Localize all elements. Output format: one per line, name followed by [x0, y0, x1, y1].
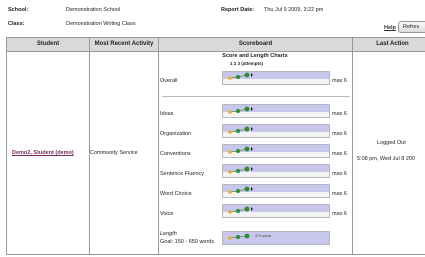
chart-word-choice [222, 184, 330, 198]
report-date-label: Report Date: [221, 7, 255, 13]
attempt-marker-3 [244, 233, 250, 239]
help-link[interactable]: Help [384, 25, 396, 31]
chart-length [222, 231, 330, 245]
chart-ideas [222, 104, 330, 118]
trait-label-organization: Organization [160, 131, 192, 137]
attempt-marker-3 [244, 206, 250, 212]
attempt-marker-2 [236, 129, 240, 133]
chart-voice [222, 204, 330, 218]
attempt-marker-2 [236, 169, 240, 173]
attempt-marker-2 [236, 75, 240, 79]
trait-label-conventions: Conventions [160, 151, 191, 157]
chart-organization [222, 124, 330, 138]
attempt-marker-3 [244, 106, 250, 112]
attempt-tick-labels: 1 2 3 (attempts) [230, 61, 264, 66]
school-value: Demonstration School [66, 7, 121, 13]
max-conventions: max 6 [332, 151, 347, 157]
column-header-scoreboard: Scoreboard [159, 38, 353, 52]
attempt-marker-3 [244, 186, 250, 192]
divider [162, 96, 350, 97]
column-header-student: Student [7, 38, 90, 52]
chart-conventions [222, 144, 330, 158]
max-organization: max 6 [332, 131, 347, 137]
student-name-link[interactable]: Demo2, Student (demo) [12, 150, 74, 156]
student-table: Student Most Recent Activity Scoreboard … [6, 37, 425, 255]
column-header-last-action: Last Action [353, 38, 425, 52]
attempt-marker-1 [228, 190, 232, 194]
length-value: 470 words [255, 234, 272, 238]
trait-label-ideas: Ideas [160, 111, 174, 117]
max-voice: max 6 [332, 211, 347, 217]
column-header-activity: Most Recent Activity [90, 38, 159, 52]
max-sentence-fluency: max 6 [332, 171, 347, 177]
last-action-status: Logged Out [377, 140, 406, 146]
attempt-marker-2 [236, 189, 240, 193]
attempt-marker-3 [244, 146, 250, 152]
attempt-marker-2 [236, 209, 240, 213]
class-value: Demonstration Writing Class [66, 21, 136, 27]
attempt-marker-2 [236, 109, 240, 113]
school-label: School: [8, 7, 29, 13]
goal-label: Goal: 150 - 650 words [160, 239, 215, 245]
chart-overall [222, 71, 330, 85]
last-action-time: 5:08 pm, Wed Jul 8 200 [357, 156, 415, 162]
attempt-marker-3 [244, 166, 250, 172]
trait-label-overall: Overall [160, 78, 178, 84]
attempt-marker-3 [244, 72, 250, 78]
report-date-value: Thu Jul 9 2009, 3:22 pm [264, 7, 324, 13]
most-recent-activity: Community Service [90, 150, 138, 156]
trait-label-sentence-fluency: Sentence Fluency [160, 171, 205, 177]
attempt-marker-1 [228, 130, 232, 134]
attempt-marker-1 [228, 150, 232, 154]
attempt-marker-1 [228, 210, 232, 214]
scoreboard-title: Score and Length Charts [222, 53, 288, 59]
attempt-marker-1 [228, 110, 232, 114]
attempt-marker-2 [236, 235, 240, 239]
attempt-marker-2 [236, 149, 240, 153]
attempt-marker-3 [244, 126, 250, 132]
trait-label-word-choice: Word Choice [160, 191, 192, 197]
chart-sentence-fluency [222, 164, 330, 178]
class-label: Class: [8, 21, 25, 27]
attempt-marker-1 [228, 236, 232, 240]
max-ideas: max 6 [332, 111, 347, 117]
attempt-marker-1 [228, 170, 232, 174]
attempt-marker-1 [228, 76, 232, 80]
max-overall: max 6 [332, 78, 347, 84]
refresh-button[interactable]: Refres [398, 21, 425, 33]
max-word-choice: max 6 [332, 191, 347, 197]
trait-label-voice: Voice [160, 211, 174, 217]
length-label: Length [160, 231, 177, 237]
